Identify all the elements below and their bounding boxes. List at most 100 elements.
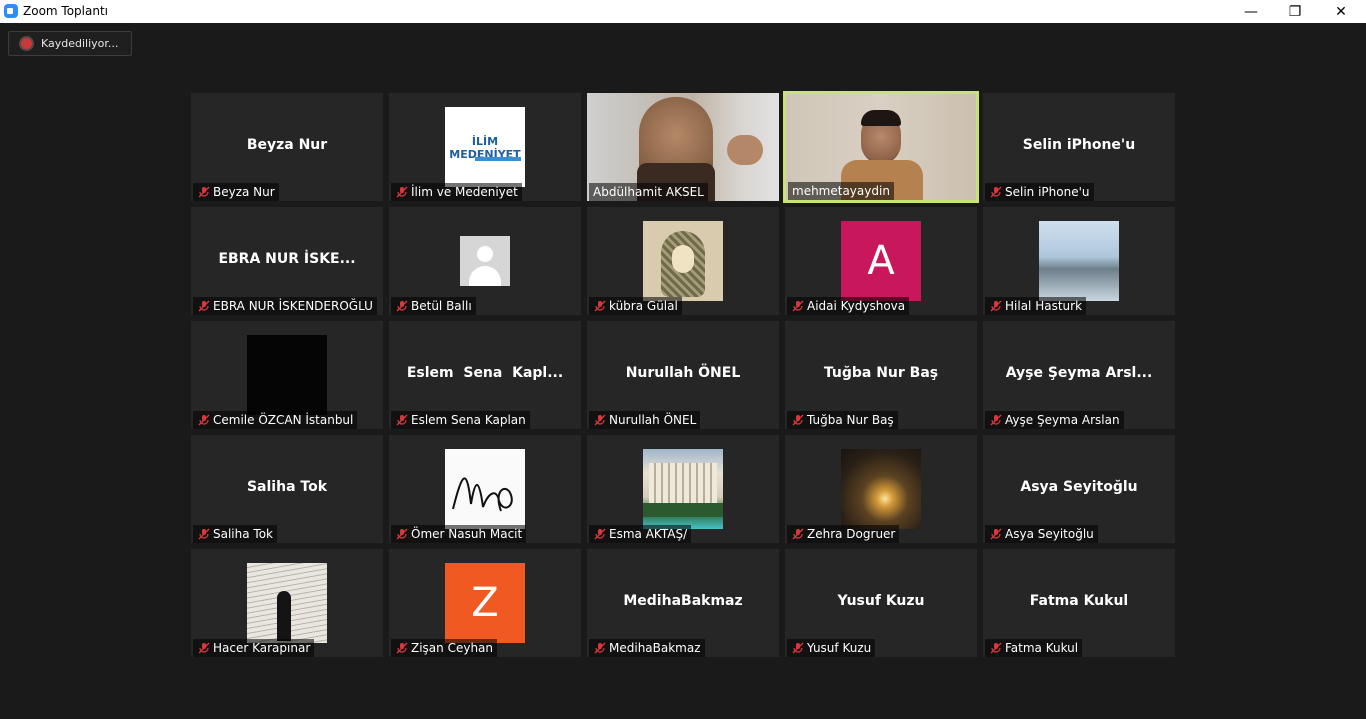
restore-icon: ❐ — [1288, 3, 1302, 20]
muted-mic-icon — [396, 186, 408, 198]
participant-label: Tuğba Nur Baş — [787, 411, 898, 429]
restore-button[interactable]: ❐ — [1272, 0, 1318, 23]
participant-tile[interactable]: MedihaBakmaz MedihaBakmaz — [587, 549, 779, 657]
muted-mic-icon — [990, 642, 1002, 654]
close-icon: ✕ — [1335, 3, 1347, 20]
participant-tile[interactable]: Yusuf Kuzu Yusuf Kuzu — [785, 549, 977, 657]
participant-name: Beyza Nur — [213, 185, 275, 199]
avatar — [643, 221, 723, 301]
participant-display-name: Ayşe Şeyma Arsl... — [1005, 365, 1153, 381]
participant-tile[interactable]: A Aidai Kydyshova — [785, 207, 977, 315]
default-avatar-icon — [460, 236, 510, 286]
participant-label: Asya Seyitoğlu — [985, 525, 1098, 543]
participant-name: Zehra Dogruer — [807, 527, 896, 541]
participant-name: EBRA NUR İSKENDEROĞLU — [213, 299, 373, 313]
participant-name: kübra Gülal — [609, 299, 678, 313]
participant-tile[interactable]: Abdülhamit AKSEL — [587, 93, 779, 201]
participant-display-name: Asya Seyitoğlu — [1020, 479, 1138, 495]
participant-tile[interactable]: EBRA NUR İSKE... EBRA NUR İSKENDEROĞLU — [191, 207, 383, 315]
participant-display-name: Tuğba Nur Baş — [823, 365, 939, 381]
muted-mic-icon — [594, 300, 606, 312]
participant-label: Esma AKTAŞ/ — [589, 525, 692, 543]
participant-display-name: Nurullah ÖNEL — [625, 365, 741, 381]
minimize-button[interactable]: — — [1228, 0, 1274, 23]
participant-display-name: Saliha Tok — [246, 479, 328, 495]
muted-mic-icon — [396, 300, 408, 312]
participant-label: Ayşe Şeyma Arslan — [985, 411, 1124, 429]
muted-mic-icon — [792, 528, 804, 540]
participant-tile[interactable]: Beyza Nur Beyza Nur — [191, 93, 383, 201]
participant-label: Fatma Kukul — [985, 639, 1083, 657]
avatar — [841, 449, 921, 529]
participant-name: MedihaBakmaz — [609, 641, 701, 655]
participant-tile[interactable]: Zehra Dogruer — [785, 435, 977, 543]
participant-display-name: Selin iPhone'u — [1022, 137, 1136, 153]
participant-tile[interactable]: Selin iPhone'u Selin iPhone'u — [983, 93, 1175, 201]
participant-display-name: Fatma Kukul — [1029, 593, 1129, 609]
participant-tile[interactable]: Z Zişan Ceyhan — [389, 549, 581, 657]
participant-tile[interactable]: Fatma Kukul Fatma Kukul — [983, 549, 1175, 657]
muted-mic-icon — [594, 642, 606, 654]
participant-tile[interactable]: Esma AKTAŞ/ — [587, 435, 779, 543]
participant-label: İlim ve Medeniyet — [391, 183, 522, 201]
participant-name: Asya Seyitoğlu — [1005, 527, 1094, 541]
participant-tile[interactable]: Ayşe Şeyma Arsl... Ayşe Şeyma Arslan — [983, 321, 1175, 429]
participant-tile[interactable]: İLİM MEDENİYET İlim ve Medeniyet — [389, 93, 581, 201]
participant-label: Aidai Kydyshova — [787, 297, 910, 315]
muted-mic-icon — [990, 300, 1002, 312]
participant-label: Cemile ÖZCAN İstanbul — [193, 411, 358, 429]
avatar — [247, 563, 327, 643]
participant-name: Selin iPhone'u — [1005, 185, 1090, 199]
participant-tile[interactable]: kübra Gülal — [587, 207, 779, 315]
participant-label: Betül Ballı — [391, 297, 476, 315]
participant-name: Betül Ballı — [411, 299, 472, 313]
muted-mic-icon — [792, 642, 804, 654]
participant-label: Zehra Dogruer — [787, 525, 900, 543]
participant-name: Nurullah ÖNEL — [609, 413, 697, 427]
muted-mic-icon — [792, 300, 804, 312]
muted-mic-icon — [594, 528, 606, 540]
participant-label: Abdülhamit AKSEL — [589, 183, 708, 201]
muted-mic-icon — [396, 414, 408, 426]
muted-mic-icon — [198, 300, 210, 312]
participant-tile[interactable]: Cemile ÖZCAN İstanbul — [191, 321, 383, 429]
participant-name: Tuğba Nur Baş — [807, 413, 894, 427]
participant-label: Beyza Nur — [193, 183, 279, 201]
participant-name: İlim ve Medeniyet — [411, 185, 518, 199]
muted-mic-icon — [198, 414, 210, 426]
recording-label: Kaydediliyor... — [41, 37, 119, 50]
participant-tile[interactable]: Hacer Karapınar — [191, 549, 383, 657]
participant-label: Zişan Ceyhan — [391, 639, 498, 657]
participant-label: Saliha Tok — [193, 525, 277, 543]
participant-tile[interactable]: Tuğba Nur Baş Tuğba Nur Baş — [785, 321, 977, 429]
close-window-button[interactable]: ✕ — [1318, 0, 1364, 23]
participant-label: MedihaBakmaz — [589, 639, 705, 657]
participant-name: Hacer Karapınar — [213, 641, 311, 655]
participant-tile[interactable]: Nurullah ÖNEL Nurullah ÖNEL — [587, 321, 779, 429]
participant-tile[interactable]: Eslem Sena Kapl... Eslem Sena Kaplan — [389, 321, 581, 429]
participant-name: Esma AKTAŞ/ — [609, 527, 688, 541]
muted-mic-icon — [990, 414, 1002, 426]
muted-mic-icon — [396, 528, 408, 540]
participant-tile[interactable]: Asya Seyitoğlu Asya Seyitoğlu — [983, 435, 1175, 543]
participant-name: Hilal Hasturk — [1005, 299, 1083, 313]
participant-display-name: Beyza Nur — [246, 137, 328, 153]
record-icon — [21, 38, 32, 49]
avatar: Z — [445, 563, 525, 643]
muted-mic-icon — [396, 642, 408, 654]
participant-tile[interactable]: Ömer Nasuh Macit — [389, 435, 581, 543]
muted-mic-icon — [990, 186, 1002, 198]
recording-indicator[interactable]: Kaydediliyor... — [8, 31, 132, 56]
palace-image — [643, 449, 723, 529]
participant-tile[interactable]: Saliha Tok Saliha Tok — [191, 435, 383, 543]
active-speaker-tile[interactable]: mehmetayaydin — [783, 91, 979, 203]
window-title: Zoom Toplantı — [23, 4, 108, 18]
participant-label: Yusuf Kuzu — [787, 639, 876, 657]
avatar — [247, 335, 327, 415]
participant-label: kübra Gülal — [589, 297, 682, 315]
participant-tile[interactable]: Betül Ballı — [389, 207, 581, 315]
participant-display-name: MedihaBakmaz — [623, 593, 743, 609]
participant-name: Aidai Kydyshova — [807, 299, 906, 313]
participant-label: Eslem Sena Kaplan — [391, 411, 530, 429]
participant-tile[interactable]: Hilal Hasturk — [983, 207, 1175, 315]
